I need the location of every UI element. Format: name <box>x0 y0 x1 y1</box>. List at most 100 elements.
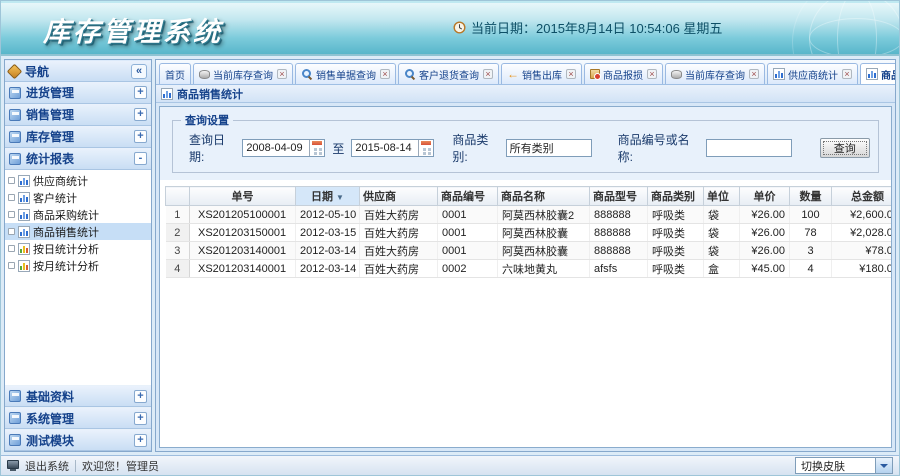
date-from-group <box>242 139 326 157</box>
skin-select[interactable]: 切换皮肤 <box>795 457 893 474</box>
close-icon[interactable]: × <box>749 69 759 79</box>
category-input[interactable] <box>505 139 592 157</box>
sidebar-group-label: 统计报表 <box>26 152 75 166</box>
tab[interactable]: 商品销售统计× <box>860 63 895 84</box>
close-icon[interactable]: × <box>277 69 287 79</box>
date-to-input[interactable] <box>352 140 419 156</box>
sidebar-item[interactable]: 客户统计 <box>5 189 151 206</box>
sidebar-item[interactable]: 商品采购统计 <box>5 206 151 223</box>
tab-label: 商品销售统计 <box>881 70 895 82</box>
exit-system-button[interactable]: 退出系统 <box>25 458 69 474</box>
column-header[interactable]: 单位 <box>703 186 740 206</box>
close-icon[interactable]: × <box>380 69 390 79</box>
tab[interactable]: 销售单据查询 × <box>295 63 396 84</box>
sidebar-group[interactable]: 统计报表 - <box>5 148 151 170</box>
search-button[interactable]: 查询 <box>819 138 871 158</box>
sidebar-item[interactable]: 按日统计分析 <box>5 240 151 257</box>
tab-label: 商品报损 <box>603 70 643 82</box>
sidebar-collapse-button[interactable]: « <box>131 63 147 79</box>
table-cell: 4 <box>165 259 190 278</box>
box-alert-icon <box>590 69 601 80</box>
column-header[interactable] <box>165 186 190 206</box>
tab[interactable]: 供应商统计 × <box>767 63 858 84</box>
table-cell: 2012-03-14 <box>295 259 360 278</box>
query-settings-legend: 查询设置 <box>185 115 229 127</box>
expand-toggle-icon[interactable]: + <box>134 389 147 403</box>
table-row[interactable]: 1 XS201205100001 2012-05-10 百姓大药房 0001 阿莫西林胶囊… <box>165 205 891 224</box>
table-cell: 2012-05-10 <box>295 205 360 224</box>
table-row[interactable]: 4 XS201203140001 2012-03-14 百姓大药房 0002 六味地黄丸 a… <box>165 259 891 278</box>
sidebar-group[interactable]: 测试模块 + <box>5 429 151 451</box>
expand-toggle-icon[interactable]: - <box>134 152 147 165</box>
table-cell: ¥26.00 <box>739 205 790 224</box>
sidebar-group-label: 库存管理 <box>26 130 75 144</box>
table-cell: 0001 <box>437 241 498 260</box>
tab[interactable]: 客户退货查询 × <box>398 63 499 84</box>
content-area: 首页 当前库存查询 × 销售单据查询 × 客户退货查询 × 销售出库 × 商品报损 × 当前库存查询 ×… <box>155 59 896 452</box>
column-header[interactable]: 商品名称 <box>497 186 590 206</box>
clock-icon <box>453 21 466 34</box>
close-icon[interactable]: × <box>647 69 657 79</box>
calendar-icon[interactable] <box>418 140 434 156</box>
column-header[interactable]: 商品型号 <box>589 186 648 206</box>
table-cell: 阿莫西林胶囊 <box>497 223 590 242</box>
tab-label: 当前库存查询 <box>685 70 745 82</box>
sidebar-item[interactable]: 商品销售统计 <box>5 223 151 240</box>
table-cell: 1 <box>165 205 190 224</box>
calendar-icon[interactable] <box>309 140 325 156</box>
tab[interactable]: 商品报损 × <box>584 63 663 84</box>
expand-toggle-icon[interactable]: + <box>134 86 147 99</box>
table-cell: 0001 <box>437 223 498 242</box>
expand-toggle-icon[interactable]: + <box>134 108 147 121</box>
sidebar-group-label: 基础资料 <box>26 389 75 404</box>
close-icon[interactable]: × <box>483 69 493 79</box>
column-header[interactable]: 日期 ▼ <box>295 186 360 206</box>
close-icon[interactable]: × <box>566 69 576 79</box>
expand-toggle-icon[interactable]: + <box>134 130 147 143</box>
table-row[interactable]: 2 XS201203150001 2012-03-15 百姓大药房 0001 阿莫西林胶囊… <box>165 223 891 242</box>
panel-title-bar: 商品销售统计 <box>156 85 895 103</box>
column-header[interactable]: 数量 <box>789 186 832 206</box>
sidebar-group[interactable]: 库存管理 + <box>5 126 151 148</box>
table-cell: 百姓大药房 <box>359 205 438 224</box>
window-icon <box>9 412 21 424</box>
table-cell: 袋 <box>703 223 740 242</box>
sidebar-group[interactable]: 销售管理 + <box>5 104 151 126</box>
sidebar-group[interactable]: 基础资料 + <box>5 385 151 407</box>
column-header[interactable]: 供应商 <box>359 186 438 206</box>
column-header[interactable]: 商品编号 <box>437 186 498 206</box>
column-header[interactable]: 商品类别 <box>647 186 704 206</box>
tab[interactable]: 当前库存查询 × <box>665 63 765 84</box>
sidebar-group-label: 测试模块 <box>26 433 75 448</box>
expand-toggle-icon[interactable]: + <box>134 433 147 447</box>
sidebar-nav-header: 导航 « <box>5 60 151 82</box>
app-window: 库存管理系统 当前日期：2015年8月14日 10:54:06 星期五 导航 «… <box>0 0 900 476</box>
chevron-down-icon[interactable] <box>875 458 892 473</box>
status-bar: 退出系统 欢迎您！管理员 切换皮肤 <box>1 455 899 475</box>
tab[interactable]: 当前库存查询 × <box>193 63 293 84</box>
sidebar-item[interactable]: 按月统计分析 <box>5 257 151 274</box>
sidebar-item[interactable]: 供应商统计 <box>5 172 151 189</box>
sidebar-item-label: 按月统计分析 <box>33 260 99 273</box>
window-icon <box>9 390 21 402</box>
sidebar-group[interactable]: 系统管理 + <box>5 407 151 429</box>
close-icon[interactable]: × <box>842 69 852 79</box>
sidebar-group[interactable]: 进货管理 + <box>5 82 151 104</box>
tab[interactable]: 首页 <box>159 63 191 84</box>
skin-select-label: 切换皮肤 <box>801 460 845 473</box>
datetime-text: 当前日期：2015年8月14日 10:54:06 星期五 <box>471 21 723 36</box>
column-header[interactable]: 单价 <box>739 186 790 206</box>
database-icon <box>671 69 682 79</box>
keyword-input[interactable] <box>705 139 792 157</box>
table-cell: 0002 <box>437 259 498 278</box>
table-cell: 3 <box>165 241 190 260</box>
table-cell: 阿莫西林胶囊 <box>497 241 590 260</box>
expand-toggle-icon[interactable]: + <box>134 411 147 425</box>
table-cell: 100 <box>789 205 832 224</box>
tab[interactable]: 销售出库 × <box>501 63 582 84</box>
column-header[interactable]: 总金额 <box>831 186 891 206</box>
column-header[interactable]: 单号 <box>189 186 296 206</box>
table-row[interactable]: 3 XS201203140001 2012-03-14 百姓大药房 0001 阿莫西林胶囊… <box>165 241 891 260</box>
keyword-label: 商品编号或名称: <box>617 133 690 164</box>
date-from-input[interactable] <box>243 140 310 156</box>
